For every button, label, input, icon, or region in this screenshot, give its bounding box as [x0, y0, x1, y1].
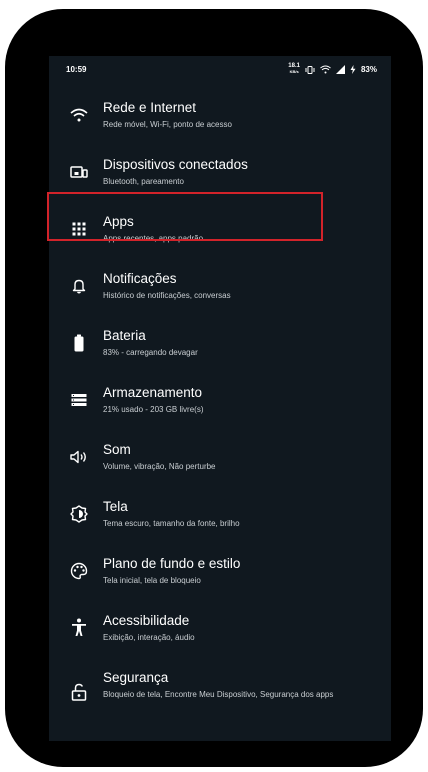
settings-item-subtitle: Bloqueio de tela, Encontre Meu Dispositi… [103, 690, 334, 699]
settings-item-subtitle: 21% usado - 203 GB livre(s) [103, 405, 204, 414]
settings-item-title: Bateria [103, 328, 146, 343]
vibrate-icon [305, 65, 315, 74]
status-icons: 18.1 KB/s 83% [288, 63, 377, 75]
phone-frame: 10:59 18.1 KB/s 83% Rede e Internet Rede… [5, 9, 423, 767]
settings-item-network[interactable]: Rede e Internet Rede móvel, Wi-Fi, ponto… [49, 86, 391, 143]
settings-item-title: Acessibilidade [103, 613, 190, 628]
lock-icon [68, 656, 90, 728]
settings-item-subtitle: Tela inicial, tela de bloqueio [103, 576, 201, 585]
storage-icon [68, 371, 90, 428]
settings-item-sound[interactable]: Som Volume, vibração, Não perturbe [49, 428, 391, 485]
settings-item-subtitle: Volume, vibração, Não perturbe [103, 462, 216, 471]
settings-item-subtitle: 83% - carregando devagar [103, 348, 198, 357]
settings-item-title: Rede e Internet [103, 100, 197, 115]
charging-icon [350, 65, 356, 74]
settings-item-subtitle: Histórico de notificações, conversas [103, 291, 231, 300]
settings-item-subtitle: Bluetooth, pareamento [103, 177, 184, 186]
settings-item-security[interactable]: Segurança Bloqueio de tela, Encontre Meu… [49, 656, 391, 726]
settings-item-title: Armazenamento [103, 385, 203, 400]
settings-item-title: Segurança [103, 670, 169, 685]
settings-item-title: Plano de fundo e estilo [103, 556, 241, 571]
battery-percent: 83% [360, 65, 377, 74]
settings-item-title: Tela [103, 499, 128, 514]
settings-item-subtitle: Rede móvel, Wi-Fi, ponto de acesso [103, 120, 232, 129]
speaker-icon [68, 428, 90, 485]
status-time: 10:59 [66, 65, 87, 74]
settings-item-title: Dispositivos conectados [103, 157, 248, 172]
apps-highlight-box [47, 192, 323, 241]
network-speed-unit: KB/s [289, 69, 299, 74]
settings-item-storage[interactable]: Armazenamento 21% usado - 203 GB livre(s… [49, 371, 391, 428]
settings-item-wallpaper-style[interactable]: Plano de fundo e estilo Tela inicial, te… [49, 542, 391, 599]
settings-item-title: Som [103, 442, 131, 457]
settings-item-notifications[interactable]: Notificações Histórico de notificações, … [49, 257, 391, 314]
wifi-icon [68, 86, 90, 143]
signal-icon [335, 65, 345, 74]
wifi-status-icon [320, 65, 331, 74]
accessibility-icon [68, 599, 90, 656]
brightness-icon [68, 485, 90, 542]
settings-item-title: Notificações [103, 271, 177, 286]
network-speed: 18.1 KB/s [288, 63, 300, 75]
settings-item-subtitle: Exibição, interação, áudio [103, 633, 195, 642]
bell-icon [68, 257, 90, 314]
settings-screen: 10:59 18.1 KB/s 83% Rede e Internet Rede… [49, 56, 391, 741]
settings-item-battery[interactable]: Bateria 83% - carregando devagar [49, 314, 391, 371]
settings-item-display[interactable]: Tela Tema escuro, tamanho da fonte, bril… [49, 485, 391, 542]
settings-item-accessibility[interactable]: Acessibilidade Exibição, interação, áudi… [49, 599, 391, 656]
palette-icon [68, 542, 90, 599]
status-bar: 10:59 18.1 KB/s 83% [49, 56, 391, 86]
settings-item-subtitle: Tema escuro, tamanho da fonte, brilho [103, 519, 240, 528]
battery-icon [68, 314, 90, 371]
